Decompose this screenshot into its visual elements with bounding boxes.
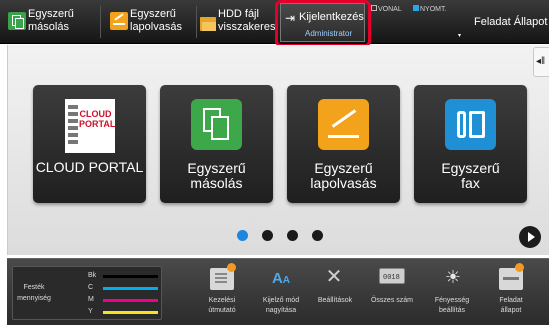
highlight-frame <box>275 0 371 47</box>
toner-bar-m <box>103 299 158 302</box>
side-panel-toggle[interactable]: ◂‖ <box>533 47 549 77</box>
tile-simple-copy-line2: másolás <box>190 175 243 191</box>
tile-simple-copy-line1: Egyszerű <box>187 160 246 176</box>
line-status-label: VONAL <box>378 6 402 13</box>
shortcut-simple-scan-line1: Egyszerű <box>130 8 176 20</box>
line-status: VONAL <box>371 5 402 14</box>
copy-icon <box>8 12 26 30</box>
tile-simple-scan-line1: Egyszerű <box>314 160 373 176</box>
shortcut-hdd-line2: visszakeres <box>218 21 276 33</box>
brightness-line2: beállítás <box>438 307 466 314</box>
print-status: NYOMT. <box>413 5 446 14</box>
toner-label-c: C <box>88 284 94 291</box>
line-status-indicator <box>371 5 377 11</box>
shortcut-simple-copy-line2: másolás <box>28 21 69 33</box>
tile-simple-scan-line2: lapolvasás <box>310 175 377 191</box>
arrow-left-icon: ◂‖ <box>536 56 546 67</box>
fax-icon <box>445 99 496 150</box>
operation-guide-line2: útmutató <box>208 307 236 314</box>
tile-cloud-portal-label: CLOUD PORTAL <box>35 159 144 175</box>
scan-icon <box>318 99 369 150</box>
toner-label-m: M <box>88 296 94 303</box>
operation-guide-line1: Kezelési <box>208 297 236 304</box>
shortcut-hdd-line1: HDD fájl <box>218 8 259 20</box>
tile-simple-scan[interactable]: Egyszerű lapolvasás <box>287 85 400 203</box>
job-status-button[interactable]: Feladat Állapot <box>470 0 549 44</box>
toner-bar-y <box>103 311 158 314</box>
zoom-text-icon: AA <box>271 270 291 287</box>
print-status-indicator <box>413 5 419 11</box>
tile-simple-fax-line1: Egyszerű <box>441 160 500 176</box>
settings-label: Beállítások <box>317 297 353 304</box>
tile-simple-copy[interactable]: Egyszerű másolás <box>160 85 273 203</box>
page-dot-2[interactable] <box>262 230 273 241</box>
toner-bar-bk <box>103 275 158 278</box>
shortcut-simple-copy-line1: Egyszerű <box>28 8 74 20</box>
divider <box>100 6 101 38</box>
page-dot-3[interactable] <box>287 230 298 241</box>
shortcut-simple-scan-line2: lapolvasás <box>130 21 182 33</box>
print-status-label: NYOMT. <box>420 6 447 13</box>
folder-icon <box>200 17 216 31</box>
brightness-line1: Fényesség <box>434 297 470 304</box>
counter-icon: 0018 <box>379 268 405 284</box>
tile-simple-fax[interactable]: Egyszerű fax <box>414 85 527 203</box>
job-status-line2: állapot <box>500 307 522 314</box>
job-status-line1: Feladat <box>499 297 523 304</box>
info-badge-icon <box>515 263 524 272</box>
brightness-icon: ☀ <box>444 267 462 287</box>
page-dot-1[interactable] <box>237 230 248 241</box>
tile-cloud-portal[interactable]: CLOUD PORTAL CLOUD PORTAL <box>33 85 146 203</box>
job-status-label: Feladat Állapot <box>474 16 548 28</box>
next-page-button[interactable] <box>519 226 541 248</box>
divider <box>196 6 197 38</box>
cloud-portal-logo: CLOUD PORTAL <box>65 99 115 153</box>
scan-icon <box>110 12 128 30</box>
top-bar: Egyszerű másolás Egyszerű lapolvasás HDD… <box>0 0 549 47</box>
display-zoom-line1: Kijelző mód <box>262 297 300 304</box>
display-zoom-line2: nagyítása <box>265 307 297 314</box>
toner-title: Festék mennyiség <box>17 284 51 302</box>
printer-home-screen: Egyszerű másolás Egyszerű lapolvasás HDD… <box>0 0 549 325</box>
tile-simple-fax-line2: fax <box>461 175 480 191</box>
tools-icon: ✕ <box>325 266 343 288</box>
expand-indicator-icon: ▾ <box>458 33 462 39</box>
toner-bar-c <box>103 287 158 290</box>
info-badge-icon <box>227 263 236 272</box>
copy-icon <box>191 99 242 150</box>
total-count-label: Összes szám <box>370 297 413 304</box>
toner-label-y: Y <box>88 308 93 315</box>
toner-label-bk: Bk <box>88 272 97 279</box>
page-dot-4[interactable] <box>312 230 323 241</box>
